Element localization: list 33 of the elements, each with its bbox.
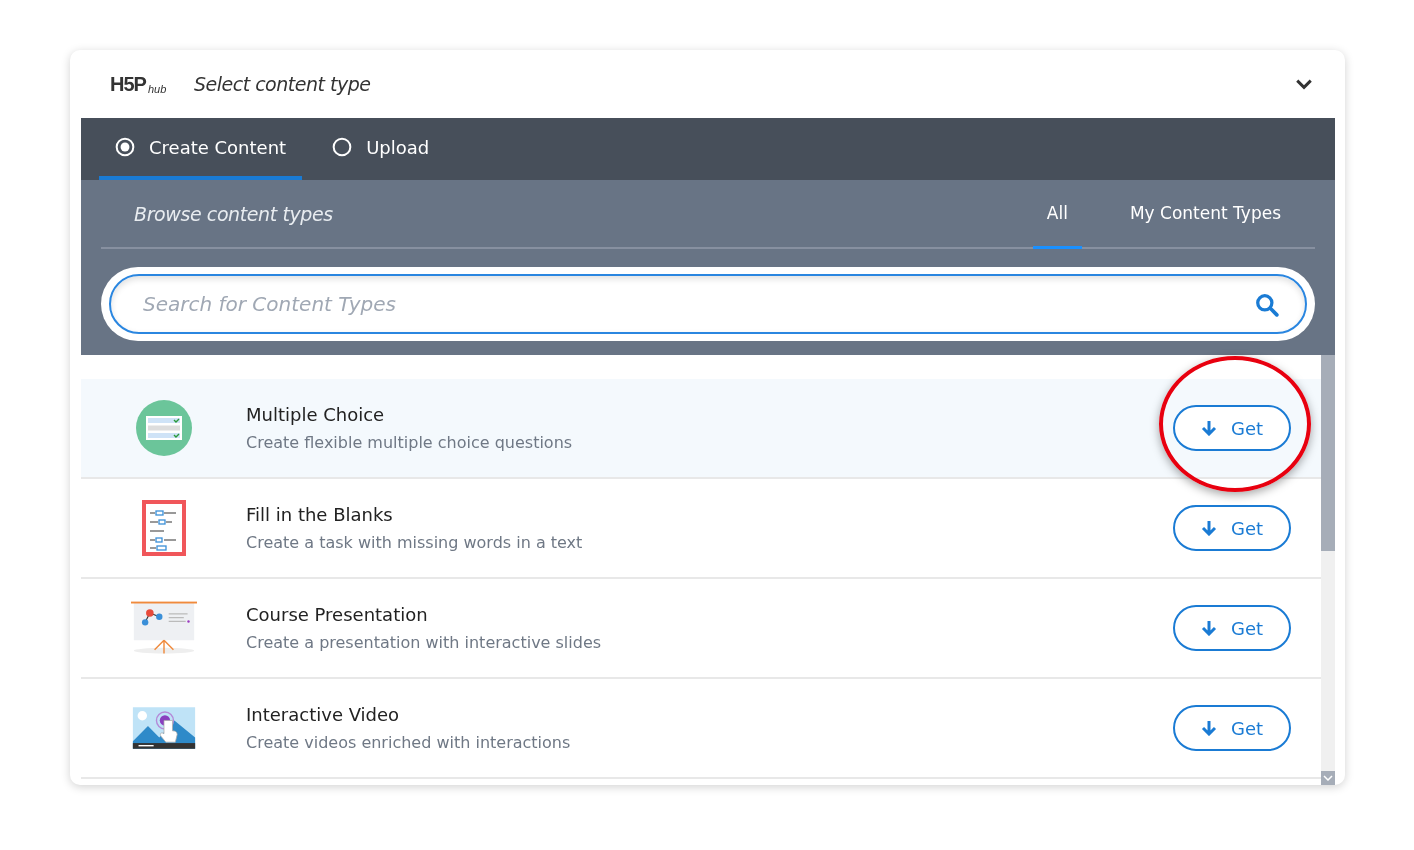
content-type-title: Course Presentation <box>246 604 429 625</box>
content-type-description: Create videos enriched with interactions <box>246 733 572 752</box>
download-arrow-icon <box>1200 720 1217 736</box>
radio-icon <box>115 137 135 157</box>
search-icon <box>1255 293 1279 317</box>
download-arrow-icon <box>1200 520 1217 536</box>
panel-title: Select content type <box>194 73 372 95</box>
section-title: Browse content types <box>133 202 334 225</box>
content-type-title: Interactive Video <box>246 704 401 725</box>
download-arrow-icon <box>1200 420 1217 436</box>
tab[interactable]: Upload <box>316 118 446 180</box>
get-button[interactable]: Get <box>1173 605 1291 651</box>
get-button[interactable]: Get <box>1173 405 1291 451</box>
content-type-title: Fill in the Blanks <box>246 504 394 525</box>
content-type-description: Create a task with missing words in a text <box>246 533 584 552</box>
content-type-description: Create a presentation with interactive slides <box>246 633 603 652</box>
scroll-down-button[interactable] <box>1321 771 1335 785</box>
get-button[interactable]: Get <box>1173 705 1291 751</box>
scrollbar-thumb[interactable] <box>1321 355 1335 551</box>
scroll-down-icon <box>1323 775 1333 781</box>
scrollbar[interactable] <box>1321 355 1335 785</box>
download-arrow-icon <box>1200 620 1217 636</box>
radio-icon <box>332 137 353 157</box>
logo-suffix: hub <box>147 82 167 95</box>
filter-tab[interactable]: All <box>1032 180 1082 249</box>
chevron-icon[interactable] <box>1295 77 1313 91</box>
content-type-title: Multiple Choice <box>246 404 386 425</box>
logo-text: H5P <box>110 72 146 96</box>
get-button[interactable]: Get <box>1173 505 1291 551</box>
filter-tab[interactable]: My Content Types <box>1115 180 1295 249</box>
content-type-description: Create flexible multiple choice questions <box>246 433 574 452</box>
content-type-row[interactable]: Multiple Choice Create flexible multiple choice questions Get <box>81 379 1321 479</box>
search-field[interactable]: Search for Content Types <box>101 267 1315 341</box>
